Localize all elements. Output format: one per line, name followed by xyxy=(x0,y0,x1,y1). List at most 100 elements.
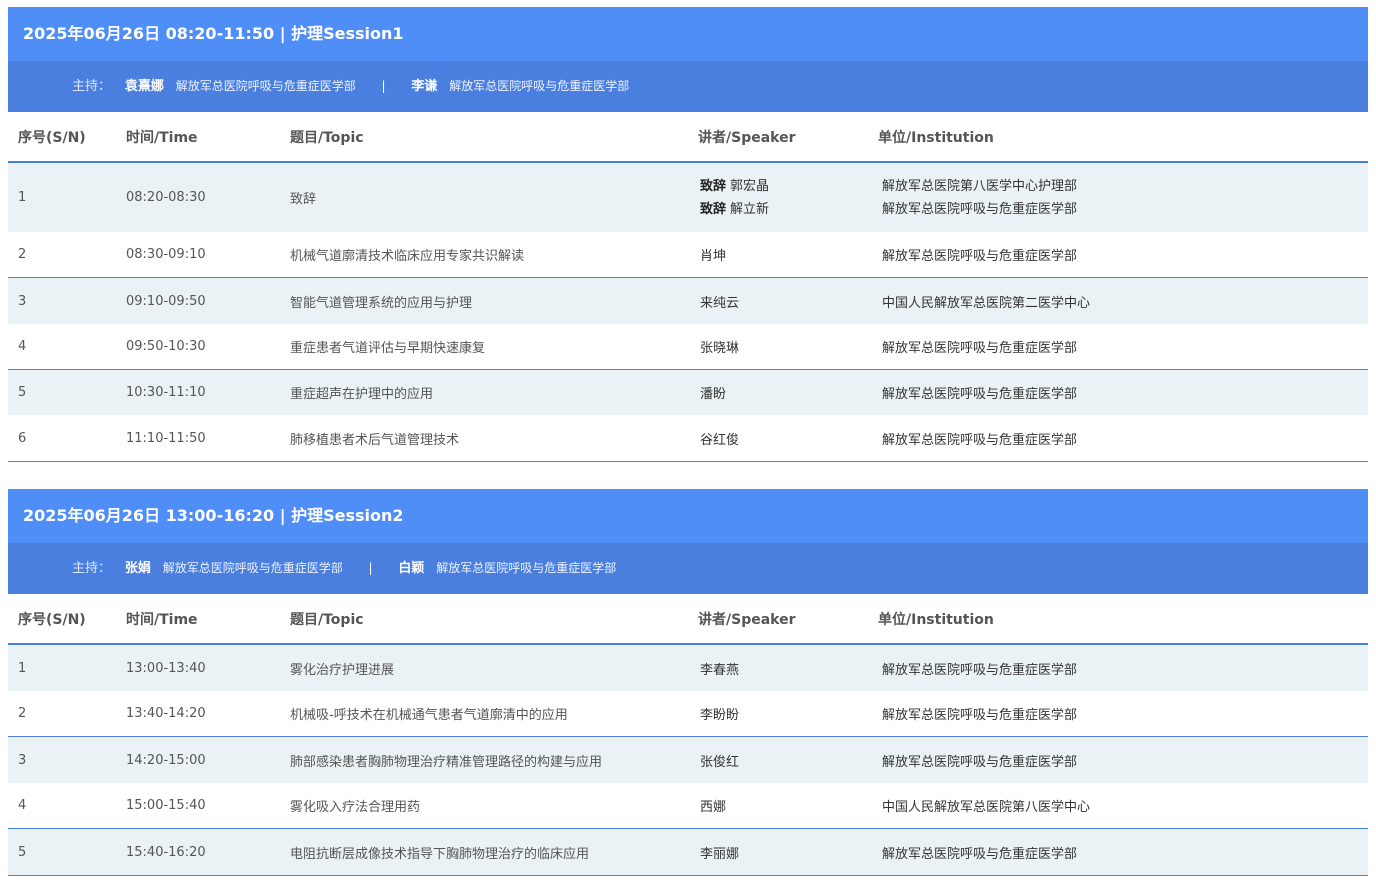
row-topic: 电阻抗断层成像技术指导下胸肺物理治疗的临床应用 xyxy=(290,846,590,862)
row-time: 13:40-14:20 xyxy=(126,706,206,721)
host-name: 张娟 xyxy=(124,561,151,576)
table-row: 3 09:10-09:50 智能气道管理系统的应用与护理 来纯云 中国人民解放军… xyxy=(8,278,1368,324)
row-speaker: 张晓琳 xyxy=(700,341,740,356)
row-topic: 智能气道管理系统的应用与护理 xyxy=(290,295,473,311)
row-institution: 解放军总医院呼吸与危重症医学部 xyxy=(882,387,1078,402)
host-name: 李谦 xyxy=(411,79,438,94)
row-speaker: 谷红俊 xyxy=(700,432,740,448)
row-sn: 1 xyxy=(18,190,27,205)
row-time: 08:30-09:10 xyxy=(126,247,206,262)
row-speaker: 潘盼 xyxy=(700,387,727,402)
speaker-entry: 致辞 解立新 xyxy=(700,198,769,221)
table-row: 2 13:40-14:20 机械吸-呼技术在机械通气患者气道廓清中的应用 李盼盼… xyxy=(8,691,1368,737)
host-bar: 主持： 袁熹娜 解放军总医院呼吸与危重症医学部 | 李谦 解放军总医院呼吸与危重… xyxy=(8,61,1368,112)
column-header-time: 时间/Time xyxy=(126,611,198,628)
row-time: 10:30-11:10 xyxy=(126,385,206,400)
table-row: 5 10:30-11:10 重症超声在护理中的应用 潘盼 解放军总医院呼吸与危重… xyxy=(8,370,1368,415)
row-sn: 3 xyxy=(18,293,27,309)
row-institution: 解放军总医院呼吸与危重症医学部 xyxy=(882,432,1078,448)
speaker-name: 解立新 xyxy=(730,201,770,217)
host-org: 解放军总医院呼吸与危重症医学部 xyxy=(436,561,617,575)
row-institution: 解放军总医院呼吸与危重症医学部 xyxy=(882,846,1078,862)
table-row: 4 15:00-15:40 雾化吸入疗法合理用药 西娜 中国人民解放军总医院第八… xyxy=(8,783,1368,829)
row-speaker: 来纯云 xyxy=(700,295,740,311)
row-topic: 雾化治疗护理进展 xyxy=(290,662,395,678)
row-topic: 机械气道廓清技术临床应用专家共识解读 xyxy=(290,249,525,264)
row-topic: 肺部感染患者胸肺物理治疗精准管理路径的构建与应用 xyxy=(290,754,603,770)
host-org: 解放军总医院呼吸与危重症医学部 xyxy=(449,79,630,93)
table-row: 2 08:30-09:10 机械气道廓清技术临床应用专家共识解读 肖坤 解放军总… xyxy=(8,232,1368,278)
row-institution: 解放军总医院呼吸与危重症医学部 xyxy=(882,249,1078,264)
row-sn: 6 xyxy=(18,430,27,446)
row-sn: 4 xyxy=(18,339,27,354)
host-separator: | xyxy=(368,561,373,575)
row-speaker: 肖坤 xyxy=(700,249,727,264)
column-header-topic: 题目/Topic xyxy=(290,611,364,628)
row-sn: 4 xyxy=(18,798,27,813)
row-institution: 解放军总医院呼吸与危重症医学部 xyxy=(882,662,1078,678)
row-topic: 机械吸-呼技术在机械通气患者气道廓清中的应用 xyxy=(290,708,568,723)
session-title: 2025年06月26日 13:00-16:20 | 护理Session2 xyxy=(8,489,1368,543)
row-speaker: 张俊红 xyxy=(700,754,740,770)
row-institution: 中国人民解放军总医院第二医学中心 xyxy=(882,295,1091,311)
row-sn: 2 xyxy=(18,706,27,721)
column-header-time: 时间/Time xyxy=(126,129,198,146)
speaker-role: 致辞 xyxy=(700,178,727,194)
row-time: 08:20-08:30 xyxy=(126,190,206,205)
speaker-name: 郭宏晶 xyxy=(730,178,770,194)
host-label: 主持： xyxy=(72,561,112,576)
row-topic: 重症患者气道评估与早期快速康复 xyxy=(290,341,486,356)
speaker-entry: 致辞 郭宏晶 xyxy=(700,175,769,198)
row-sn: 3 xyxy=(18,752,27,768)
session-1: 2025年06月26日 08:20-11:50 | 护理Session1 主持：… xyxy=(8,7,1368,462)
column-header-speaker: 讲者/Speaker xyxy=(698,611,796,628)
session-title: 2025年06月26日 08:20-11:50 | 护理Session1 xyxy=(8,7,1368,61)
host-bar: 主持： 张娟 解放军总医院呼吸与危重症医学部 | 白颖 解放军总医院呼吸与危重症… xyxy=(8,543,1368,594)
column-header-sn: 序号(S/N) xyxy=(18,611,86,628)
row-time: 13:00-13:40 xyxy=(126,660,206,676)
row-time: 09:10-09:50 xyxy=(126,293,206,309)
row-institution: 解放军总医院呼吸与危重症医学部 xyxy=(882,754,1078,770)
row-institutions: 解放军总医院第八医学中心护理部 解放军总医院呼吸与危重症医学部 xyxy=(882,163,1077,232)
row-speaker: 李春燕 xyxy=(700,662,740,678)
row-institution: 解放军总医院呼吸与危重症医学部 xyxy=(882,708,1078,723)
institution-entry: 解放军总医院呼吸与危重症医学部 xyxy=(882,201,1078,217)
row-time: 11:10-11:50 xyxy=(126,430,206,446)
table-row: 1 08:20-08:30 致辞 致辞 郭宏晶 致辞 解立新 解放军总医院第八医学中… xyxy=(8,163,1368,232)
table-header: 序号(S/N) 时间/Time 题目/Topic 讲者/Speaker 单位/I… xyxy=(8,112,1368,163)
column-header-institution: 单位/Institution xyxy=(878,611,994,628)
session-2: 2025年06月26日 13:00-16:20 | 护理Session2 主持：… xyxy=(8,489,1368,876)
table-row: 1 13:00-13:40 雾化治疗护理进展 李春燕 解放军总医院呼吸与危重症医… xyxy=(8,645,1368,691)
column-header-institution: 单位/Institution xyxy=(878,129,994,146)
row-time: 15:40-16:20 xyxy=(126,844,206,860)
table-row: 5 15:40-16:20 电阻抗断层成像技术指导下胸肺物理治疗的临床应用 李丽… xyxy=(8,829,1368,876)
host-org: 解放军总医院呼吸与危重症医学部 xyxy=(162,561,343,575)
row-speaker: 李盼盼 xyxy=(700,708,740,723)
row-time: 14:20-15:00 xyxy=(126,752,206,768)
row-speakers: 致辞 郭宏晶 致辞 解立新 xyxy=(700,163,769,232)
host-separator: | xyxy=(381,79,386,93)
column-header-sn: 序号(S/N) xyxy=(18,129,86,146)
row-speaker: 西娜 xyxy=(700,800,727,815)
row-speaker: 李丽娜 xyxy=(700,846,740,862)
row-time: 09:50-10:30 xyxy=(126,339,206,354)
host-name: 袁熹娜 xyxy=(124,79,164,94)
row-institution: 解放军总医院呼吸与危重症医学部 xyxy=(882,341,1078,356)
row-sn: 5 xyxy=(18,844,27,860)
table-row: 6 11:10-11:50 肺移植患者术后气道管理技术 谷红俊 解放军总医院呼吸… xyxy=(8,415,1368,462)
table-row: 4 09:50-10:30 重症患者气道评估与早期快速康复 张晓琳 解放军总医院… xyxy=(8,324,1368,370)
column-header-topic: 题目/Topic xyxy=(290,129,364,146)
host-name: 白颖 xyxy=(398,561,425,576)
row-time: 15:00-15:40 xyxy=(126,798,206,813)
institution-entry: 解放军总医院第八医学中心护理部 xyxy=(882,178,1078,194)
host-org: 解放军总医院呼吸与危重症医学部 xyxy=(175,79,356,93)
row-sn: 2 xyxy=(18,247,27,262)
table-header: 序号(S/N) 时间/Time 题目/Topic 讲者/Speaker 单位/I… xyxy=(8,594,1368,645)
row-topic: 致辞 xyxy=(290,192,317,207)
host-label: 主持： xyxy=(72,79,112,94)
row-sn: 1 xyxy=(18,660,27,676)
row-sn: 5 xyxy=(18,385,27,400)
table-row: 3 14:20-15:00 肺部感染患者胸肺物理治疗精准管理路径的构建与应用 张… xyxy=(8,737,1368,783)
row-topic: 雾化吸入疗法合理用药 xyxy=(290,800,421,815)
row-institution: 中国人民解放军总医院第八医学中心 xyxy=(882,800,1091,815)
